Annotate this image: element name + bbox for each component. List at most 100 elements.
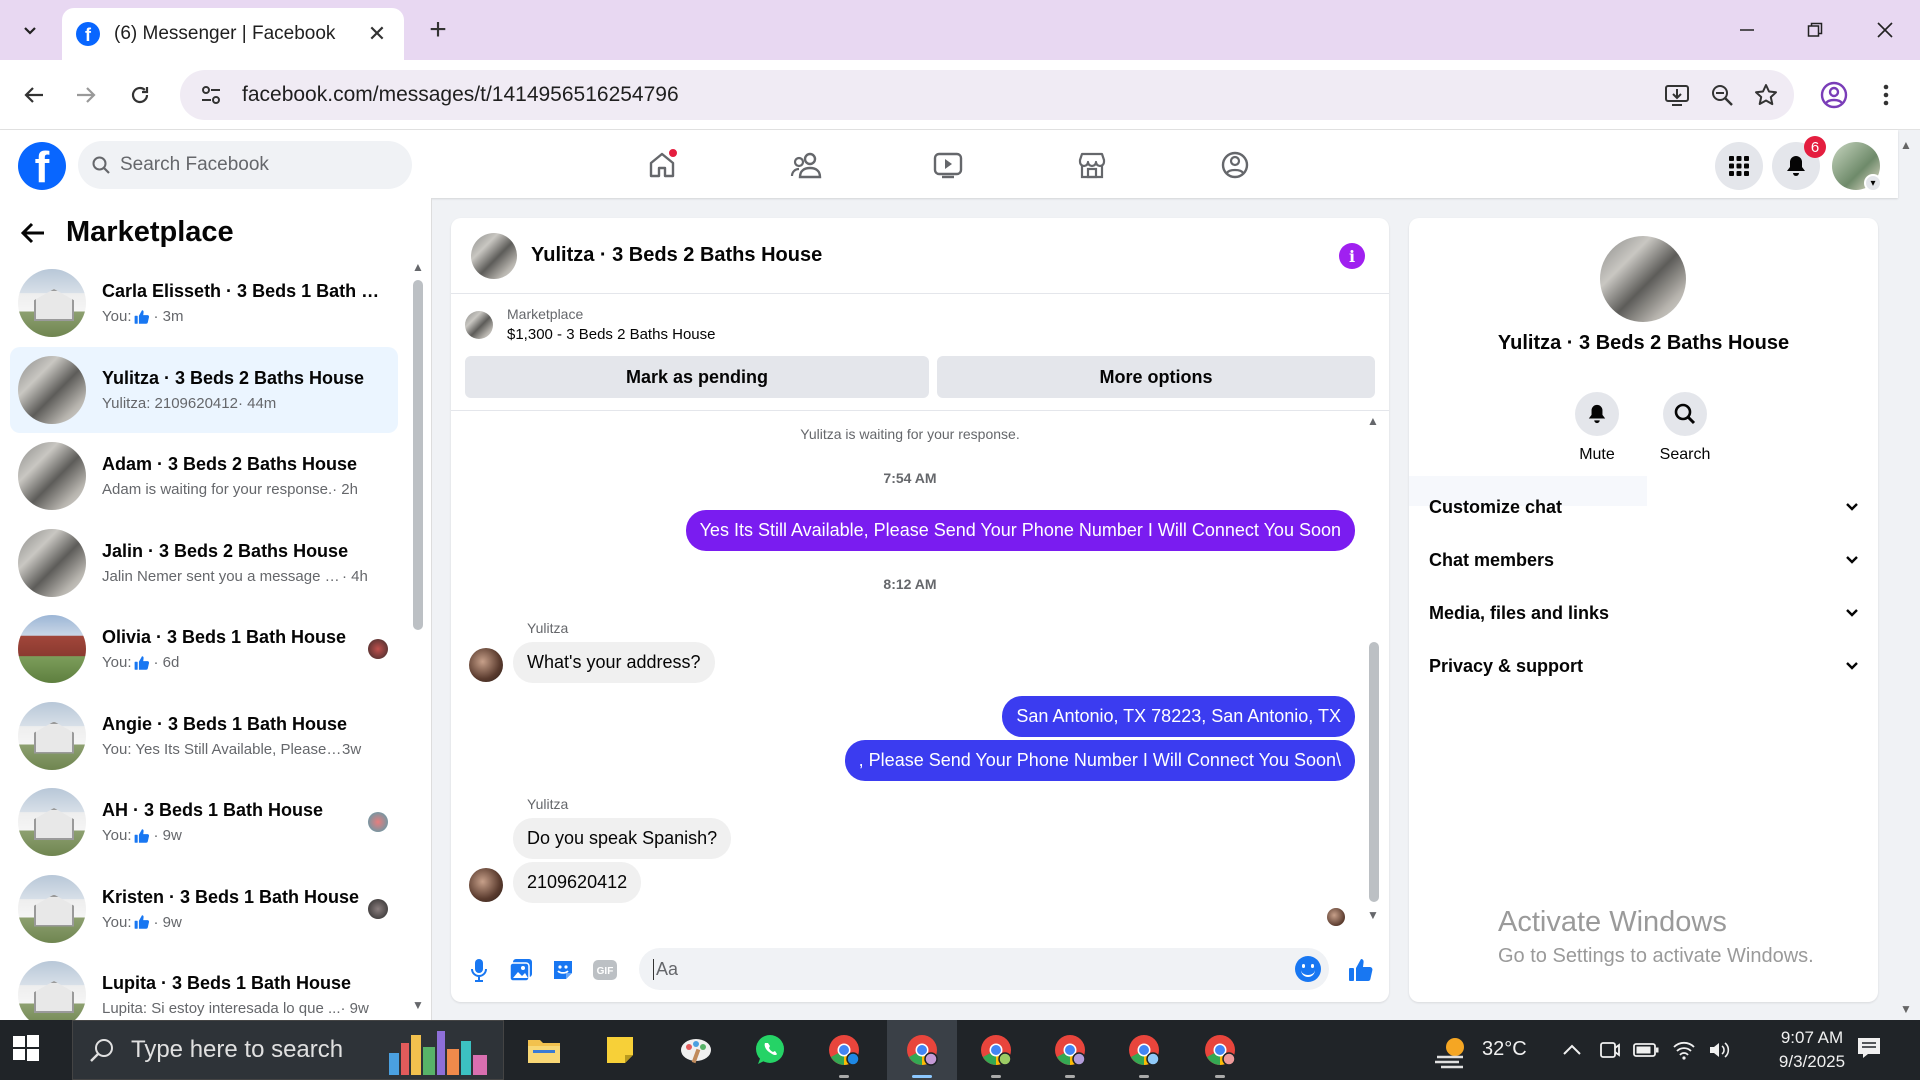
outgoing-message[interactable]: Yes Its Still Available, Please Send You… [685, 510, 1355, 551]
message-input[interactable] [653, 958, 1273, 980]
windows-start-icon[interactable] [12, 1034, 44, 1066]
back-button[interactable] [16, 77, 52, 113]
outgoing-message[interactable]: , Please Send Your Phone Number I Will C… [844, 740, 1355, 781]
emoji-icon[interactable] [1295, 956, 1321, 982]
message-input-box[interactable] [639, 948, 1329, 990]
image-icon [509, 959, 532, 982]
facebook-logo-icon[interactable]: f [18, 142, 66, 190]
conversation-item[interactable]: Carla Elisseth · 3 Beds 1 Bath Ho... You:… [10, 260, 398, 346]
chrome-profile-icon[interactable] [1198, 1028, 1242, 1078]
chat-title[interactable]: Yulitza · 3 Beds 2 Baths House [531, 244, 822, 267]
sidebar-scrollbar[interactable] [413, 280, 423, 630]
bookmark-star-icon[interactable] [1754, 83, 1778, 107]
chrome-profile-icon[interactable] [900, 1028, 944, 1078]
conversation-item[interactable]: Jalin · 3 Beds 2 Baths House Jalin Nemer … [10, 520, 398, 606]
customize-chat-row[interactable]: Customize chat [1429, 487, 1859, 527]
chat-scroll-up[interactable]: ▲ [1367, 414, 1379, 428]
voice-clip-button[interactable] [465, 956, 493, 984]
new-tab-button[interactable]: + [420, 12, 456, 48]
nav-home[interactable] [632, 140, 692, 190]
weather-icon[interactable] [1430, 1030, 1474, 1074]
mark-as-pending-button[interactable]: Mark as pending [465, 356, 929, 398]
browser-tab-active[interactable]: f (6) Messenger | Facebook ✕ [62, 8, 404, 60]
facebook-search-input[interactable] [120, 154, 390, 176]
chrome-icon[interactable] [822, 1028, 866, 1078]
reload-button[interactable] [122, 77, 158, 113]
conversation-item[interactable]: Olivia · 3 Beds 1 Bath House You: · 6d [10, 606, 398, 692]
privacy-support-row[interactable]: Privacy & support [1429, 646, 1859, 686]
account-avatar[interactable]: ▾ [1832, 142, 1882, 192]
sender-avatar[interactable] [469, 648, 503, 682]
tab-close-icon[interactable]: ✕ [364, 21, 390, 47]
conversation-item[interactable]: Kristen · 3 Beds 1 Bath House You: · 9w [10, 866, 398, 952]
arrow-right-icon [77, 87, 96, 103]
nav-marketplace[interactable] [1062, 140, 1122, 190]
facebook-search[interactable] [78, 141, 412, 189]
row-label: Customize chat [1429, 496, 1563, 517]
incoming-message[interactable]: 2109620412 [513, 862, 642, 903]
conversation-item[interactable]: Angie · 3 Beds 1 Bath House You: Yes Its … [10, 693, 398, 779]
attach-media-button[interactable] [507, 956, 535, 984]
chrome-profile-icon[interactable] [1122, 1028, 1166, 1078]
paint-app-icon[interactable] [674, 1028, 718, 1072]
incoming-message[interactable]: What's your address? [513, 642, 715, 683]
close-window-button[interactable] [1860, 10, 1910, 50]
system-clock[interactable]: 9:07 AM 9/3/2025 [1766, 1026, 1858, 1074]
message-time: · 4h [342, 567, 368, 585]
install-app-icon[interactable] [1664, 83, 1690, 107]
chrome-profile-icon[interactable] [1048, 1028, 1092, 1078]
menu-button[interactable] [1715, 142, 1763, 190]
volume-icon[interactable] [1698, 1028, 1742, 1072]
message-time: · 6d [153, 654, 180, 671]
info-icon[interactable]: i [1339, 243, 1365, 269]
gif-button[interactable]: GIF [591, 956, 619, 984]
sticker-button[interactable] [549, 956, 577, 984]
zoom-icon[interactable] [1710, 83, 1734, 107]
browser-menu-button[interactable] [1868, 77, 1904, 113]
taskbar-search-box[interactable]: Type here to search [72, 1020, 504, 1080]
sender-avatar[interactable] [469, 868, 503, 902]
notification-count-badge: 6 [1804, 136, 1826, 158]
chat-members-row[interactable]: Chat members [1429, 540, 1859, 580]
page-scroll-up-arrow[interactable]: ▲ [1900, 138, 1912, 152]
media-files-links-row[interactable]: Media, files and links [1429, 593, 1859, 633]
info-avatar[interactable] [1600, 236, 1686, 322]
page-scroll-down-arrow[interactable]: ▼ [1900, 1002, 1912, 1016]
watermark-line-1: Activate Windows [1498, 906, 1727, 938]
chrome-profile-icon[interactable] [974, 1028, 1018, 1078]
nav-video[interactable] [918, 140, 978, 190]
forward-button[interactable] [68, 77, 104, 113]
outgoing-message[interactable]: San Antonio, TX 78223, San Antonio, TX [1002, 696, 1355, 737]
more-options-button[interactable]: More options [937, 356, 1375, 398]
notifications-button[interactable]: 6 [1772, 136, 1826, 190]
browser-profile-button[interactable] [1816, 77, 1852, 113]
incoming-message[interactable]: Do you speak Spanish? [513, 818, 732, 859]
sticky-notes-icon[interactable] [598, 1028, 642, 1072]
tab-search-button[interactable] [14, 14, 46, 46]
back-arrow-icon[interactable] [20, 221, 46, 245]
action-center-icon[interactable] [1856, 1036, 1886, 1064]
sidebar-scroll-up[interactable]: ▲ [412, 260, 424, 274]
search-in-conversation-button[interactable]: Search [1645, 392, 1725, 464]
chat-scrollbar[interactable] [1369, 642, 1379, 902]
minimize-button[interactable] [1722, 10, 1772, 50]
conversation-item[interactable]: Adam · 3 Beds 2 Baths House Adam is waiti… [10, 433, 398, 519]
send-like-button[interactable] [1347, 956, 1375, 984]
restore-button[interactable] [1790, 10, 1840, 50]
site-settings-icon[interactable] [200, 84, 222, 106]
conversation-name: Angie · 3 Beds 1 Bath House [102, 713, 348, 734]
address-bar[interactable]: facebook.com/messages/t/1414956516254796 [180, 70, 1794, 120]
chat-scroll-down[interactable]: ▼ [1367, 908, 1379, 922]
conversation-item[interactable]: Yulitza · 3 Beds 2 Baths House Yulitza: 2… [10, 346, 398, 433]
listing-summary[interactable]: Marketplace $1,300 - 3 Beds 2 Baths Hous… [465, 306, 715, 343]
chat-avatar[interactable] [471, 232, 517, 279]
mute-button[interactable]: Mute [1557, 392, 1637, 464]
nav-gaming[interactable] [1205, 140, 1265, 190]
conversation-item[interactable]: AH · 3 Beds 1 Bath House You: · 9w [10, 779, 398, 865]
sidebar-scroll-down[interactable]: ▼ [412, 998, 424, 1012]
whatsapp-icon[interactable] [748, 1028, 792, 1072]
file-explorer-icon[interactable] [522, 1028, 566, 1072]
nav-friends[interactable] [776, 140, 836, 190]
thumbs-up-icon [135, 309, 150, 324]
temperature[interactable]: 32°C [1482, 1038, 1527, 1061]
